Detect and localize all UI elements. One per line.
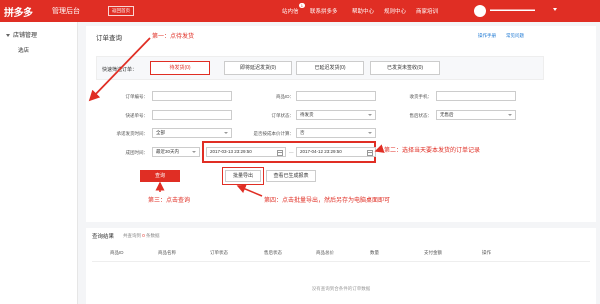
column-header: 操作 [482,250,491,255]
page-title: 订单查询 [96,35,122,42]
invoice-value: 否 [300,130,305,135]
recipient-phone-label: 收货手机： [409,94,433,99]
aftersale-status-select[interactable]: 无售后 [436,110,516,120]
start-date-input[interactable]: 2017-03-13 23:29:50 [206,147,286,157]
tracking-no-input[interactable] [152,110,232,120]
created-range-select[interactable]: 最近30天内 [152,147,200,157]
top-bar: 拼多多 管理后台 返回首页 站内信 1 联系拼多多 帮助中心 规则中心 商家培训… [0,0,600,22]
results-count-prefix: 共查询到 [123,233,141,238]
chevron-down-icon [192,151,196,153]
column-header: 商品ID [110,250,124,255]
nav-messages[interactable]: 站内信 1 [282,3,305,15]
annotation-step1: 第一：点待发货 [152,34,195,40]
invoice-label: 是否按成本价计算： [253,131,295,136]
tab-delayed[interactable]: 已延迟发货(0) [296,61,364,75]
brand-logo[interactable]: 拼多多 [4,4,33,19]
calendar-icon[interactable] [277,149,283,156]
product-id-label: 商品ID： [276,94,294,99]
sidebar: 店铺管理 选店 [0,22,78,304]
tab-about-to-delay[interactable]: 即将延迟发货(0) [224,61,292,75]
results-count-value: 0 [142,233,145,238]
brand-subtitle: 管理后台 [52,8,80,15]
chevron-down-icon [224,132,228,134]
column-header: 商品总价 [316,250,334,255]
nav-messages-label: 站内信 [282,9,299,15]
batch-export-button[interactable]: 批量导出 [225,170,261,182]
results-table-header: 商品ID 商品名称 订单状态 售后状态 商品总价 数量 支付金额 操作 [92,244,590,262]
recipient-phone-input[interactable] [436,91,516,101]
nav-training[interactable]: 商家培训 [416,7,438,15]
ship-method-select[interactable]: 全部 [152,128,232,138]
aftersale-status-label: 售后状态： [409,113,433,118]
start-date-value: 2017-03-13 23:29:50 [210,149,252,154]
product-id-input[interactable] [296,91,376,101]
tab-to-ship[interactable]: 待发货(0) [150,61,210,75]
calendar-icon[interactable] [367,149,373,156]
faq-link[interactable]: 常见问题 [506,33,524,39]
manual-link[interactable]: 操作手册 [478,33,496,39]
column-header: 订单状态 [210,250,228,255]
invoice-select[interactable]: 否 [296,128,376,138]
created-time-label: 成团时间： [125,150,149,155]
view-exports-button[interactable]: 查看已生成报表 [266,170,316,182]
search-button[interactable]: 查询 [140,170,180,182]
user-name[interactable]: ▬▬▬▬▬▬▬▬▬ [490,7,535,13]
message-count-badge: 1 [299,3,305,8]
column-header: 售后状态 [264,250,282,255]
sidebar-group-label: 店铺管理 [13,33,38,39]
column-header: 支付金额 [424,250,442,255]
order-status-select[interactable]: 待发货 [296,110,376,120]
order-no-label: 订单编号： [125,94,149,99]
avatar[interactable] [474,5,486,17]
end-date-input[interactable]: 2017-04-12 23:29:50 [296,147,376,157]
chevron-down-icon [508,114,512,116]
empty-state-text: 没有查询到合条件的订单数据 [311,286,371,291]
annotation-step3: 第三：点击查询 [148,198,191,204]
tracking-no-label: 快递单号： [125,113,149,118]
annotation-step2: 第二：选择当天要本发货的订单记录 [384,148,481,154]
nav-help[interactable]: 帮助中心 [352,7,374,15]
order-status-label: 订单状态： [271,113,295,118]
annotation-step4: 第四：点击批量导出，然后另存为电脑桌面即可 [264,198,391,204]
sidebar-group-shop[interactable]: 店铺管理 [6,30,37,39]
results-count-suffix: 条数据 [146,233,160,238]
aftersale-status-value: 无售后 [440,112,454,117]
quick-filter-label: 快速筛选订单： [102,67,138,73]
nav-rules[interactable]: 规则中心 [384,7,406,15]
date-separator: — [289,150,294,155]
end-date-value: 2017-04-12 23:29:50 [300,149,342,154]
chevron-down-icon [6,33,10,37]
chevron-down-icon [368,132,372,134]
created-range-value: 最近30天内 [156,149,180,154]
home-button[interactable]: 返回首页 [108,6,134,16]
results-count: 共查询到 0 条数据 [123,233,160,239]
chevron-down-icon [368,114,372,116]
chevron-down-icon[interactable] [553,8,557,11]
tab-shipped-unsigned[interactable]: 已发货未签收(0) [370,61,440,75]
results-panel: 查询结果 共查询到 0 条数据 商品ID 商品名称 订单状态 售后状态 商品总价… [86,228,596,304]
order-no-input[interactable] [152,91,232,101]
nav-contact[interactable]: 联系拼多多 [310,7,338,15]
sidebar-item-select-shop[interactable]: 选店 [18,46,29,54]
order-status-value: 待发货 [300,112,314,117]
ship-method-value: 全部 [156,130,165,135]
results-title: 查询结果 [92,234,115,240]
ship-method-label: 承诺发货时间： [116,131,149,136]
column-header: 数量 [370,250,379,255]
column-header: 商品名称 [158,250,176,255]
